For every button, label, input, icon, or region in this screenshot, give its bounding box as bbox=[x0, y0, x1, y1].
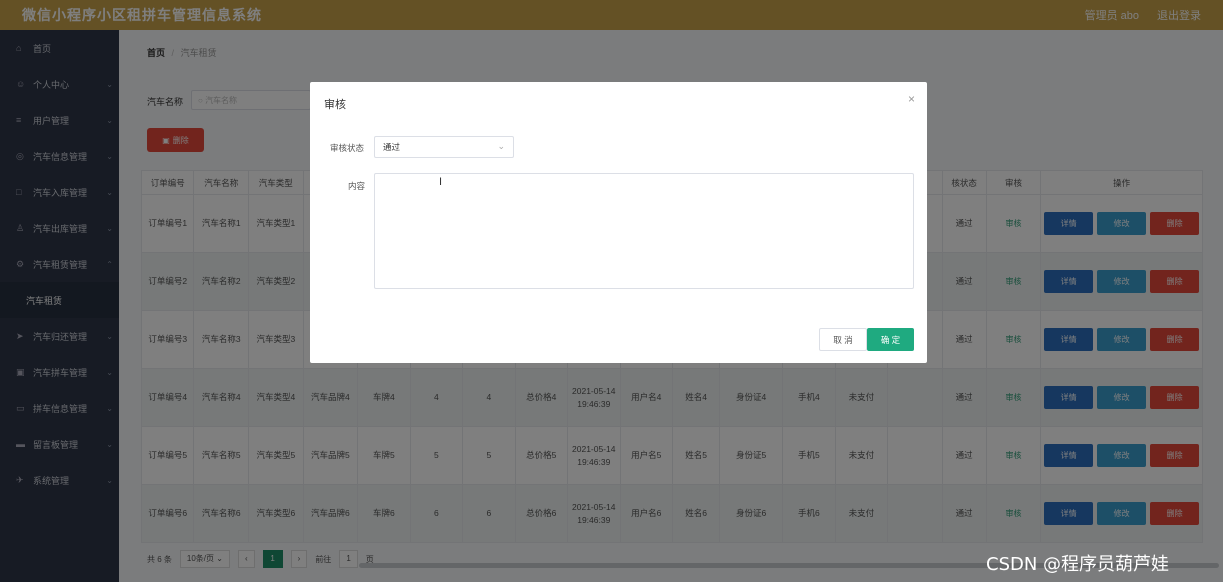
cancel-button[interactable]: 取 消 bbox=[819, 328, 867, 351]
content-textarea[interactable]: I bbox=[374, 173, 914, 289]
audit-dialog: 审核 × 审核状态 通过 ⌄ 内容 I 取 消 确 定 bbox=[310, 82, 927, 363]
audit-status-label: 审核状态 bbox=[330, 143, 365, 153]
dialog-title: 审核 bbox=[324, 99, 346, 111]
watermark: CSDN @程序员葫芦娃 bbox=[986, 554, 1170, 575]
text-cursor-icon: I bbox=[439, 176, 443, 188]
chevron-down-icon: ⌄ bbox=[497, 141, 505, 151]
content-label: 内容 bbox=[348, 181, 366, 191]
close-icon[interactable]: × bbox=[908, 92, 915, 106]
confirm-button[interactable]: 确 定 bbox=[867, 328, 914, 351]
audit-status-select[interactable]: 通过 ⌄ bbox=[374, 136, 514, 158]
